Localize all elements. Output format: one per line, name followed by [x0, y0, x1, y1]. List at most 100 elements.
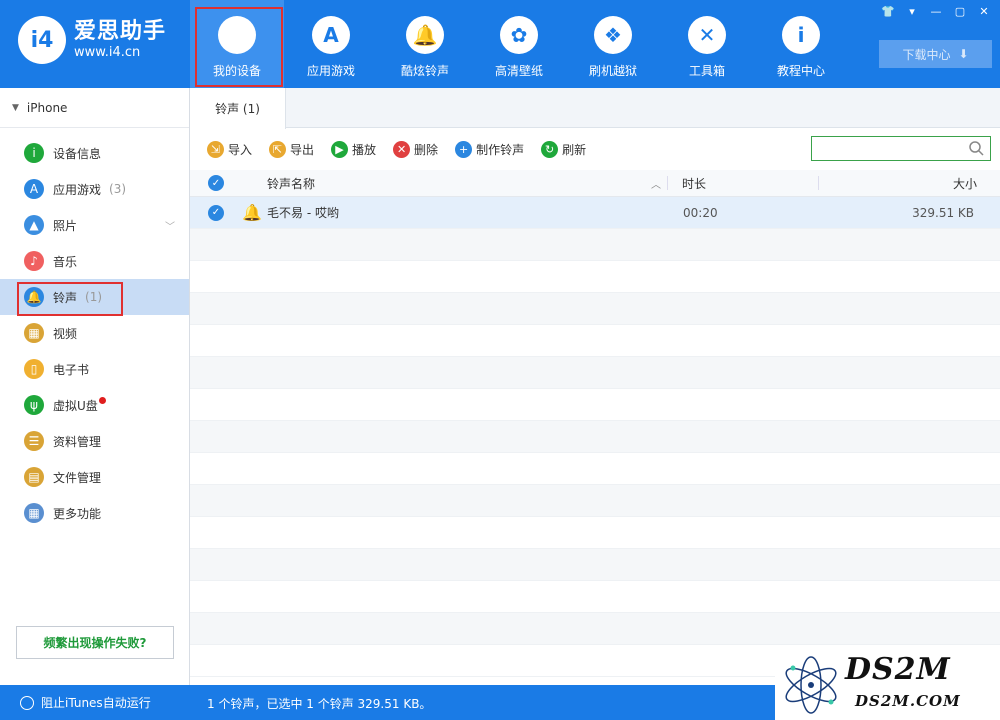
sidebar-item-8[interactable]: ☰ 资料管理 [0, 423, 189, 459]
table-row [190, 453, 1000, 485]
watermark-title: DS2M [845, 652, 951, 687]
toolbar-button-label: 导出 [290, 142, 315, 157]
toolbar-button-label: 导入 [228, 142, 253, 157]
tab-bar: 铃声 (1) [190, 88, 1000, 129]
ringtone-list: ✓ 🔔 毛不易 - 哎哟 00:20 329.51 KB [190, 197, 1000, 685]
nav-item-0[interactable]: 我的设备 [190, 0, 284, 88]
toolbar-button-label: 制作铃声 [476, 142, 525, 157]
sidebar-item-7[interactable]: ψ 虚拟U盘 [0, 387, 189, 423]
sidebar-item-6[interactable]: ▯ 电子书 [0, 351, 189, 387]
toolbar-button-label: 刷新 [562, 142, 587, 157]
search-input[interactable] [811, 136, 991, 161]
toolbar-button-1[interactable]: ⇱ 导出 [269, 140, 315, 158]
select-all-checkbox[interactable]: ✓ [208, 175, 224, 191]
search-icon[interactable] [968, 140, 984, 156]
sidebar-item-label: 资料管理 [53, 434, 102, 449]
sidebar-item-0[interactable]: i 设备信息 [0, 135, 189, 171]
app-url: www.i4.cn [74, 45, 141, 60]
sidebar-item-9[interactable]: ▤ 文件管理 [0, 459, 189, 495]
make-ringtone-icon: + [455, 140, 473, 158]
nav-item-label: 我的设备 [212, 64, 261, 78]
nav-item-6[interactable]: i 教程中心 [754, 0, 848, 88]
toolbar-button-3[interactable]: ✕ 删除 [393, 140, 439, 158]
sidebar-item-count: (1) [85, 290, 103, 304]
device-selector[interactable]: ▼ iPhone [0, 88, 189, 128]
grid-icon: ▦ [24, 503, 44, 523]
table-row [190, 581, 1000, 613]
sidebar-item-label: 视频 [53, 326, 78, 341]
status-summary: 1 个铃声，已选中 1 个铃声 329.51 KB。 [207, 697, 432, 711]
toolbar-button-5[interactable]: ↻ 刷新 [541, 140, 587, 158]
contacts-icon: ☰ [24, 431, 44, 451]
film-icon: ▦ [24, 323, 44, 343]
sidebar: ▼ iPhone i 设备信息 A 应用游戏 (3) ▲ 照片 ﹀ ♪ 音乐 🔔 铃声 (1) ▦ 视频 ▯ 电… [0, 88, 190, 685]
table-row [190, 421, 1000, 453]
bell-icon: 🔔 [24, 287, 44, 307]
nav-item-3[interactable]: ✿ 高清壁纸 [472, 0, 566, 88]
nav-item-1[interactable]: A 应用游戏 [284, 0, 378, 88]
column-name[interactable]: 铃声名称 ︿ [267, 175, 667, 192]
column-size-label: 大小 [952, 176, 977, 191]
toolbar-button-2[interactable]: ▶ 播放 [331, 140, 377, 158]
delete-icon: ✕ [393, 140, 411, 158]
block-itunes-autorun-toggle[interactable]: 阻止iTunes自动运行 [20, 694, 151, 711]
tools-icon: ✕ [688, 16, 726, 54]
toolbar-button-label: 播放 [352, 142, 377, 157]
download-icon: ⬇ [958, 47, 969, 61]
menu-icon[interactable]: ▾ [902, 3, 922, 19]
nav-item-label: 高清壁纸 [494, 64, 543, 78]
bell-icon: 🔔 [242, 203, 262, 222]
table-row[interactable]: ✓ 🔔 毛不易 - 哎哟 00:20 329.51 KB [190, 197, 1000, 229]
file-icon: ▤ [24, 467, 44, 487]
table-row [190, 325, 1000, 357]
minimize-icon[interactable]: — [926, 3, 946, 19]
music-icon: ♪ [24, 251, 44, 271]
sidebar-item-2[interactable]: ▲ 照片 ﹀ [0, 207, 189, 243]
column-duration[interactable]: 时长 [668, 175, 818, 192]
frequent-failure-help-button[interactable]: 频繁出现操作失败? [16, 626, 174, 659]
sidebar-list: i 设备信息 A 应用游戏 (3) ▲ 照片 ﹀ ♪ 音乐 🔔 铃声 (1) ▦ 视频 ▯ 电子书 ψ 虚拟U盘 ☰ 资… [0, 128, 189, 531]
ringtone-duration: 00:20 [683, 205, 718, 220]
table-row [190, 389, 1000, 421]
sidebar-item-4[interactable]: 🔔 铃声 (1) [0, 279, 189, 316]
sidebar-item-5[interactable]: ▦ 视频 [0, 315, 189, 351]
row-checkbox[interactable]: ✓ [208, 204, 224, 221]
sidebar-item-label: 更多功能 [53, 506, 102, 521]
nav-item-5[interactable]: ✕ 工具箱 [660, 0, 754, 88]
nav-item-2[interactable]: 🔔 酷炫铃声 [378, 0, 472, 88]
toolbar-button-0[interactable]: ⇲ 导入 [207, 140, 253, 158]
i4-logo-icon: i4 [18, 16, 66, 64]
toolbar-button-4[interactable]: + 制作铃声 [455, 140, 525, 158]
sidebar-item-label: 设备信息 [53, 146, 102, 161]
sidebar-item-label: 虚拟U盘 [53, 398, 98, 413]
export-icon: ⇱ [269, 140, 287, 158]
skin-icon[interactable]: 👕 [878, 3, 898, 19]
app-store-icon: A [312, 16, 350, 54]
photo-icon: ▲ [24, 215, 44, 235]
flower-icon: ✿ [500, 16, 538, 54]
maximize-icon[interactable]: ▢ [950, 3, 970, 19]
column-size[interactable]: 大小 [819, 175, 977, 192]
toolbar-button-label: 删除 [414, 142, 439, 157]
table-row [190, 517, 1000, 549]
app-logo: i4 爱思助手 www.i4.cn [18, 16, 166, 64]
close-icon[interactable]: ✕ [974, 3, 994, 19]
table-row [190, 229, 1000, 261]
atom-logo-icon [785, 656, 837, 714]
column-duration-label: 时长 [682, 176, 707, 191]
nav-item-label: 应用游戏 [306, 64, 355, 78]
sidebar-item-3[interactable]: ♪ 音乐 [0, 243, 189, 279]
tab-ringtones[interactable]: 铃声 (1) [190, 88, 286, 129]
nav-item-label: 刷机越狱 [588, 64, 637, 78]
notification-dot [98, 396, 106, 404]
sidebar-item-10[interactable]: ▦ 更多功能 [0, 495, 189, 531]
column-name-label: 铃声名称 [267, 176, 316, 191]
nav-item-label: 教程中心 [776, 64, 825, 78]
download-center-button[interactable]: 下载中心 ⬇ [879, 40, 992, 68]
apple-icon [218, 16, 256, 54]
sidebar-item-label: 音乐 [53, 254, 78, 269]
import-icon: ⇲ [207, 140, 224, 158]
nav-item-4[interactable]: ❖ 刷机越狱 [566, 0, 660, 88]
chevron-down-icon[interactable]: ﹀ [165, 218, 175, 233]
sidebar-item-1[interactable]: A 应用游戏 (3) [0, 171, 189, 207]
